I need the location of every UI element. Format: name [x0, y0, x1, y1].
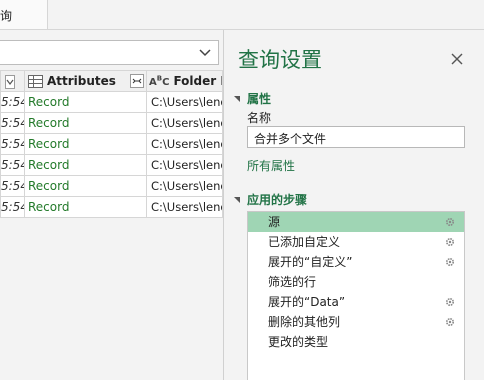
step-item[interactable]: 展开的“自定义” — [248, 252, 464, 272]
name-label: 名称 — [247, 111, 272, 125]
step-item[interactable]: 筛选的行 — [248, 272, 464, 292]
pane-title: 查询设置 — [238, 48, 322, 72]
gear-icon[interactable] — [444, 236, 456, 248]
column-header-datetime[interactable] — [0, 70, 25, 92]
data-grid: Attributes ABCFolder Pa 5:54 Record C:\U… — [0, 70, 223, 218]
step-item[interactable]: 已添加自定义 — [248, 232, 464, 252]
time-cell: 5:54 — [0, 196, 25, 218]
applied-steps-list: 源 已添加自定义 展开的“自定义” 筛选的行 展开的“Data” 删除的其他列 … — [247, 211, 465, 380]
ribbon-tab-strip: 询 — [0, 0, 484, 30]
time-cell: 5:54 — [0, 175, 25, 197]
step-item[interactable]: 展开的“Data” — [248, 292, 464, 312]
step-label: 展开的“自定义” — [268, 255, 353, 269]
query-name-input[interactable]: 合并多个文件 — [247, 126, 465, 148]
gear-icon[interactable] — [444, 316, 456, 328]
close-icon[interactable] — [450, 52, 464, 66]
collapse-triangle-icon — [234, 197, 240, 203]
table-row[interactable]: 5:54 Record C:\Users\leno — [0, 133, 223, 155]
step-label: 展开的“Data” — [268, 295, 346, 309]
text-type-icon: ABC — [149, 74, 170, 88]
record-link[interactable]: Record — [24, 175, 147, 197]
step-label: 删除的其他列 — [268, 315, 341, 329]
column-header-folder-path[interactable]: ABCFolder Pa — [146, 70, 223, 92]
table-type-icon — [28, 74, 43, 88]
gear-icon[interactable] — [444, 216, 456, 228]
gear-icon[interactable] — [444, 296, 456, 308]
time-cell: 5:54 — [0, 154, 25, 176]
record-link[interactable]: Record — [24, 91, 147, 113]
time-cell: 5:54 — [0, 112, 25, 134]
ribbon-tab-query[interactable]: 询 — [0, 0, 48, 29]
collapse-triangle-icon — [234, 96, 240, 102]
step-item[interactable]: 删除的其他列 — [248, 312, 464, 332]
query-settings-pane: 查询设置 属性 名称 合并多个文件 所有属性 应用的步骤 源 已添加自定义 展开… — [224, 30, 484, 380]
record-link[interactable]: Record — [24, 133, 147, 155]
time-cell: 5:54 — [0, 133, 25, 155]
step-item[interactable]: 更改的类型 — [248, 332, 464, 352]
chevron-down-icon — [6, 79, 14, 85]
step-label: 更改的类型 — [268, 335, 329, 349]
step-label: 筛选的行 — [268, 275, 317, 289]
folder-path-cell: C:\Users\leno — [146, 91, 223, 113]
table-row[interactable]: 5:54 Record C:\Users\leno — [0, 91, 223, 113]
column-header-attributes[interactable]: Attributes — [24, 70, 147, 92]
properties-heading: 属性 — [247, 92, 272, 106]
column-header-label: Folder Pa — [173, 74, 221, 88]
folder-path-cell: C:\Users\leno — [146, 112, 223, 134]
table-row[interactable]: 5:54 Record C:\Users\leno — [0, 175, 223, 197]
table-row[interactable]: 5:54 Record C:\Users\leno — [0, 112, 223, 134]
applied-steps-heading: 应用的步骤 — [247, 193, 308, 207]
expand-column-icon[interactable] — [130, 74, 144, 88]
column-filter-dropdown[interactable] — [5, 75, 15, 89]
record-link[interactable]: Record — [24, 112, 147, 134]
step-item[interactable]: 源 — [248, 212, 464, 232]
table-row[interactable]: 5:54 Record C:\Users\leno — [0, 196, 223, 218]
column-header-label: Attributes — [47, 74, 116, 88]
table-row[interactable]: 5:54 Record C:\Users\leno — [0, 154, 223, 176]
step-label: 已添加自定义 — [268, 235, 341, 249]
applied-steps-section-header[interactable]: 应用的步骤 — [234, 191, 307, 208]
step-label: 源 — [268, 215, 281, 229]
record-link[interactable]: Record — [24, 196, 147, 218]
query-preview-area: Attributes ABCFolder Pa 5:54 Record C:\U… — [0, 30, 224, 380]
ribbon-tab-label: 询 — [0, 9, 13, 23]
folder-path-cell: C:\Users\leno — [146, 154, 223, 176]
time-cell: 5:54 — [0, 91, 25, 113]
all-properties-link[interactable]: 所有属性 — [247, 157, 295, 174]
gear-icon[interactable] — [444, 256, 456, 268]
grid-header-row: Attributes ABCFolder Pa — [0, 70, 223, 92]
properties-section-header[interactable]: 属性 — [234, 90, 271, 107]
folder-path-cell: C:\Users\leno — [146, 196, 223, 218]
folder-path-cell: C:\Users\leno — [146, 175, 223, 197]
formula-bar[interactable] — [0, 40, 219, 65]
chevron-down-icon[interactable] — [198, 45, 212, 59]
record-link[interactable]: Record — [24, 154, 147, 176]
folder-path-cell: C:\Users\leno — [146, 133, 223, 155]
